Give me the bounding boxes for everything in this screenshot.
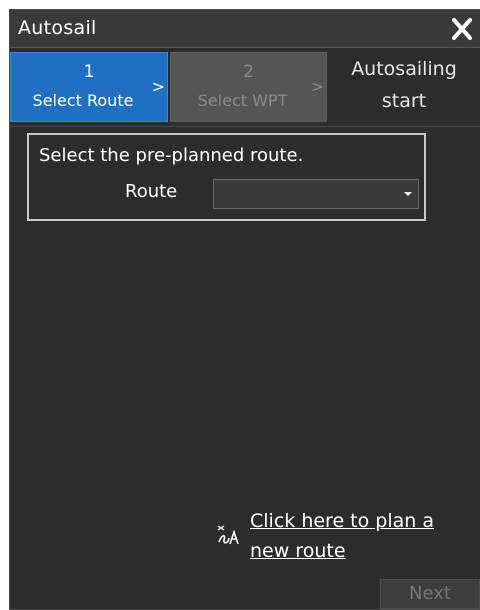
step-arrow: > bbox=[151, 77, 165, 96]
route-dropdown[interactable] bbox=[213, 179, 419, 209]
instruction-text: Select the pre-planned route. bbox=[39, 145, 304, 166]
step-label: Select Route bbox=[32, 91, 134, 110]
title-bar: Autosail bbox=[10, 10, 480, 48]
step-select-wpt[interactable]: 2 Select WPT > bbox=[170, 52, 327, 122]
step-number: 1 bbox=[83, 62, 95, 82]
plan-new-route: Click here to plan a new route bbox=[216, 506, 476, 576]
autosail-panel: Autosail 1 Select Route > 2 Select WPT >… bbox=[9, 9, 480, 610]
plan-new-route-link[interactable]: Click here to plan a new route bbox=[250, 506, 476, 566]
step-label: Select WPT bbox=[197, 91, 288, 110]
step-tabs: 1 Select Route > 2 Select WPT > Autosail… bbox=[10, 52, 480, 126]
step-number: 2 bbox=[243, 62, 254, 82]
window-title: Autosail bbox=[18, 17, 97, 39]
close-button[interactable] bbox=[444, 12, 480, 46]
step-label-line1: Autosailing bbox=[351, 58, 457, 80]
step-select-route[interactable]: 1 Select Route > bbox=[10, 52, 168, 122]
next-button[interactable]: Next bbox=[380, 579, 480, 609]
route-plan-icon bbox=[217, 525, 239, 545]
route-label: Route bbox=[125, 181, 178, 202]
chevron-down-icon bbox=[404, 192, 412, 196]
step-autosailing-start[interactable]: Autosailing start bbox=[328, 52, 480, 122]
step-label-line2: start bbox=[381, 90, 427, 112]
route-selection-box: Select the pre-planned route. Route bbox=[27, 133, 426, 221]
divider bbox=[10, 126, 480, 127]
step-arrow: > bbox=[310, 77, 324, 96]
close-icon bbox=[452, 18, 472, 40]
app-frame: Autosail 1 Select Route > 2 Select WPT >… bbox=[0, 0, 480, 610]
